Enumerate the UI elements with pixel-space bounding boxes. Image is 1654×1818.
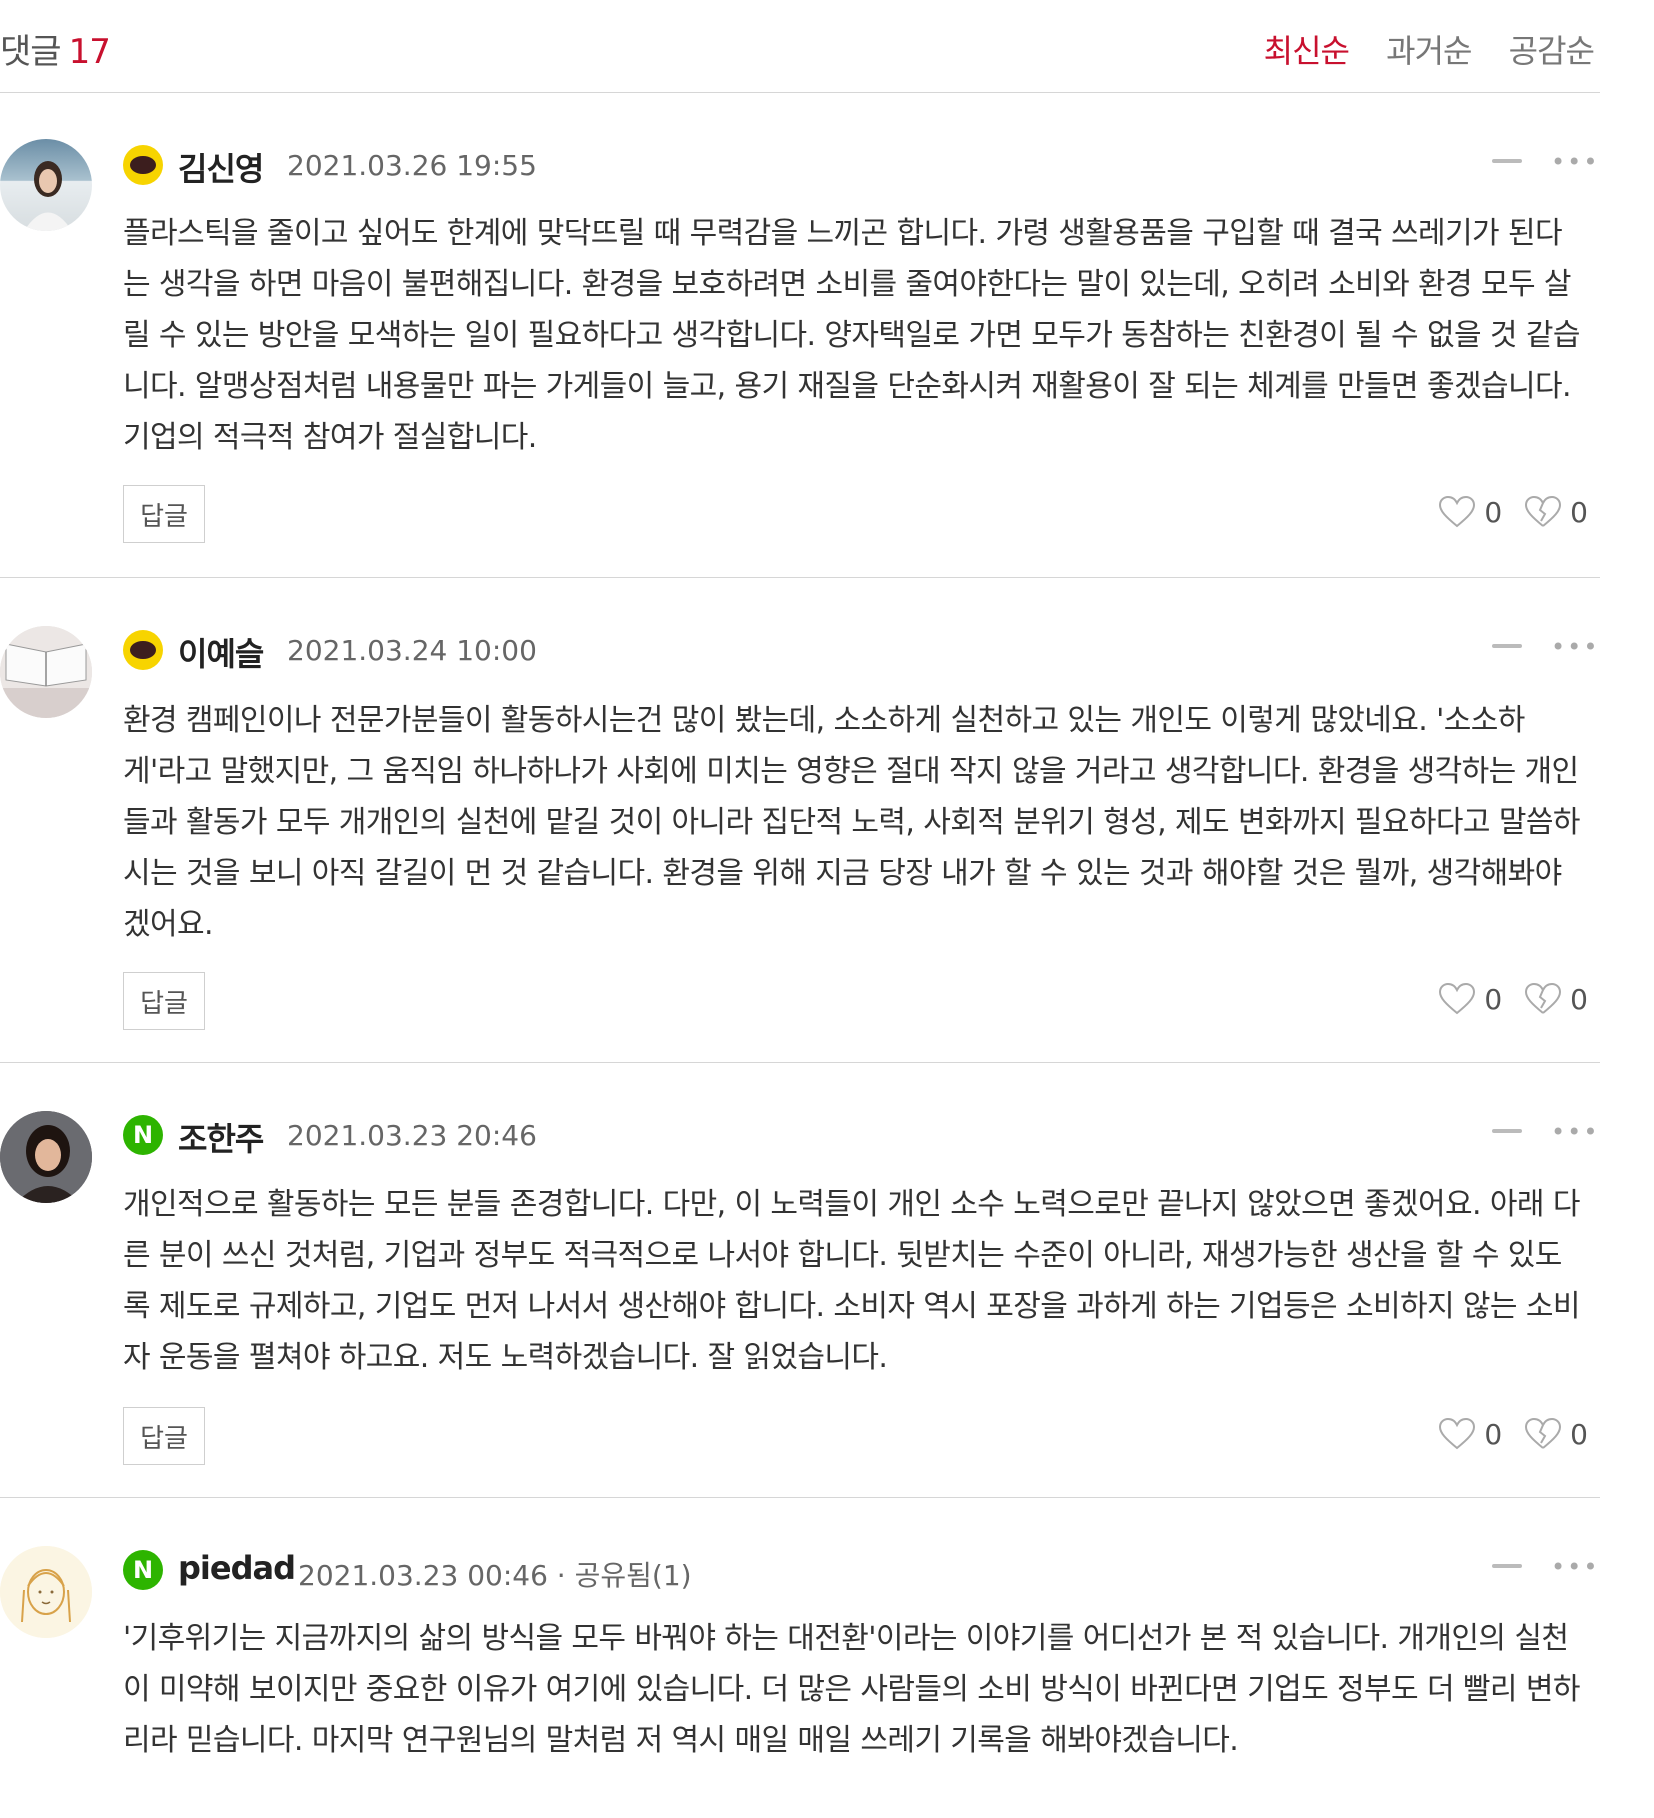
avatar[interactable] [0, 1546, 92, 1638]
more-options-icon[interactable]: ••• [1551, 1120, 1599, 1144]
like-count: 0 [1484, 495, 1503, 529]
comment-item: 이예슬 2021.03.24 10:00 ••• 환경 캠페인이나 전문가분들이… [0, 578, 1600, 1063]
like-count: 0 [1484, 1417, 1503, 1451]
dislike-count: 0 [1570, 495, 1588, 529]
comment-text: 환경 캠페인이나 전문가분들이 활동하시는건 많이 봤는데, 소소하게 실천하고… [123, 703, 1580, 942]
broken-heart-icon [1525, 1417, 1562, 1449]
reaction-group: 0 0 [1416, 982, 1588, 1016]
kakao-login-icon [123, 145, 163, 185]
like-button[interactable]: 0 [1438, 495, 1502, 529]
block-icon[interactable] [1492, 1129, 1522, 1133]
comment-author[interactable]: piedad [178, 1549, 296, 1587]
like-button[interactable]: 0 [1438, 982, 1502, 1016]
dislike-button[interactable]: 0 [1524, 495, 1588, 529]
more-options-icon[interactable]: ••• [1551, 150, 1599, 174]
naver-login-icon: N [123, 1115, 163, 1155]
sort-newest[interactable]: 최신순 [1264, 32, 1350, 70]
heart-icon [1439, 1417, 1476, 1450]
comment-date: 2021.03.24 10:00 [287, 634, 537, 667]
reply-button[interactable]: 답글 [123, 1407, 205, 1465]
sort-options: 최신순 과거순 공감순 [1236, 26, 1595, 72]
comment-text: '기후위기는 지금까지의 삶의 방식을 모두 바꿔야 하는 대전환'이라는 이야… [123, 1621, 1580, 1758]
avatar-image [24, 161, 72, 231]
comment-text: 개인적으로 활동하는 모든 분들 존경합니다. 다만, 이 노력들이 개인 소수… [123, 1187, 1580, 1375]
reply-button[interactable]: 답글 [123, 972, 205, 1030]
block-icon[interactable] [1492, 644, 1522, 648]
like-button[interactable]: 0 [1438, 1417, 1502, 1451]
comment-item: N 조한주 2021.03.23 20:46 ••• 개인적으로 활동하는 모든… [0, 1063, 1600, 1498]
avatar-image [0, 626, 92, 718]
dislike-button[interactable]: 0 [1524, 1417, 1588, 1451]
avatar[interactable] [0, 626, 92, 718]
comment-date: 2021.03.26 19:55 [287, 149, 537, 182]
reply-button[interactable]: 답글 [123, 485, 205, 543]
heart-icon [1439, 982, 1476, 1015]
comment-count: 17 [68, 32, 111, 72]
avatar[interactable] [0, 139, 92, 231]
avatar-image [0, 1111, 92, 1203]
comment-title-label: 댓글 [0, 32, 62, 72]
block-icon[interactable] [1492, 159, 1522, 163]
avatar[interactable] [0, 1111, 92, 1203]
comments-header: 댓글 17 최신순 과거순 공감순 [0, 0, 1600, 93]
comment-author[interactable]: 이예슬 [178, 629, 264, 675]
comment-text: 플라스틱을 줄이고 싶어도 한계에 맞닥뜨릴 때 무력감을 느끼곤 합니다. 가… [123, 216, 1580, 455]
more-options-icon[interactable]: ••• [1551, 1555, 1599, 1579]
comment-item: 김신영 2021.03.26 19:55 ••• 플라스틱을 줄이고 싶어도 한… [0, 93, 1600, 578]
comment-item: N piedad 2021.03.23 00:46 · 공유됨(1) ••• '… [0, 1498, 1600, 1818]
sort-most-liked[interactable]: 공감순 [1509, 32, 1595, 70]
comment-date: 2021.03.23 20:46 [287, 1119, 537, 1152]
dislike-count: 0 [1570, 1417, 1588, 1451]
avatar-image [0, 1546, 92, 1638]
dislike-button[interactable]: 0 [1524, 982, 1588, 1016]
heart-icon [1439, 495, 1476, 528]
dislike-count: 0 [1570, 982, 1588, 1016]
comment-author[interactable]: 조한주 [178, 1114, 264, 1160]
sort-oldest[interactable]: 과거순 [1386, 32, 1472, 70]
kakao-login-icon [123, 630, 163, 670]
like-count: 0 [1484, 982, 1503, 1016]
reaction-group: 0 0 [1416, 495, 1588, 529]
naver-login-icon: N [123, 1550, 163, 1590]
broken-heart-icon [1525, 495, 1562, 527]
comment-author[interactable]: 김신영 [178, 144, 264, 190]
broken-heart-icon [1525, 982, 1562, 1014]
more-options-icon[interactable]: ••• [1551, 635, 1599, 659]
reaction-group: 0 0 [1416, 1417, 1588, 1451]
comment-date: 2021.03.23 00:46 · 공유됨(1) [298, 1559, 692, 1592]
comment-count-title: 댓글 17 [0, 24, 111, 73]
block-icon[interactable] [1492, 1564, 1522, 1568]
